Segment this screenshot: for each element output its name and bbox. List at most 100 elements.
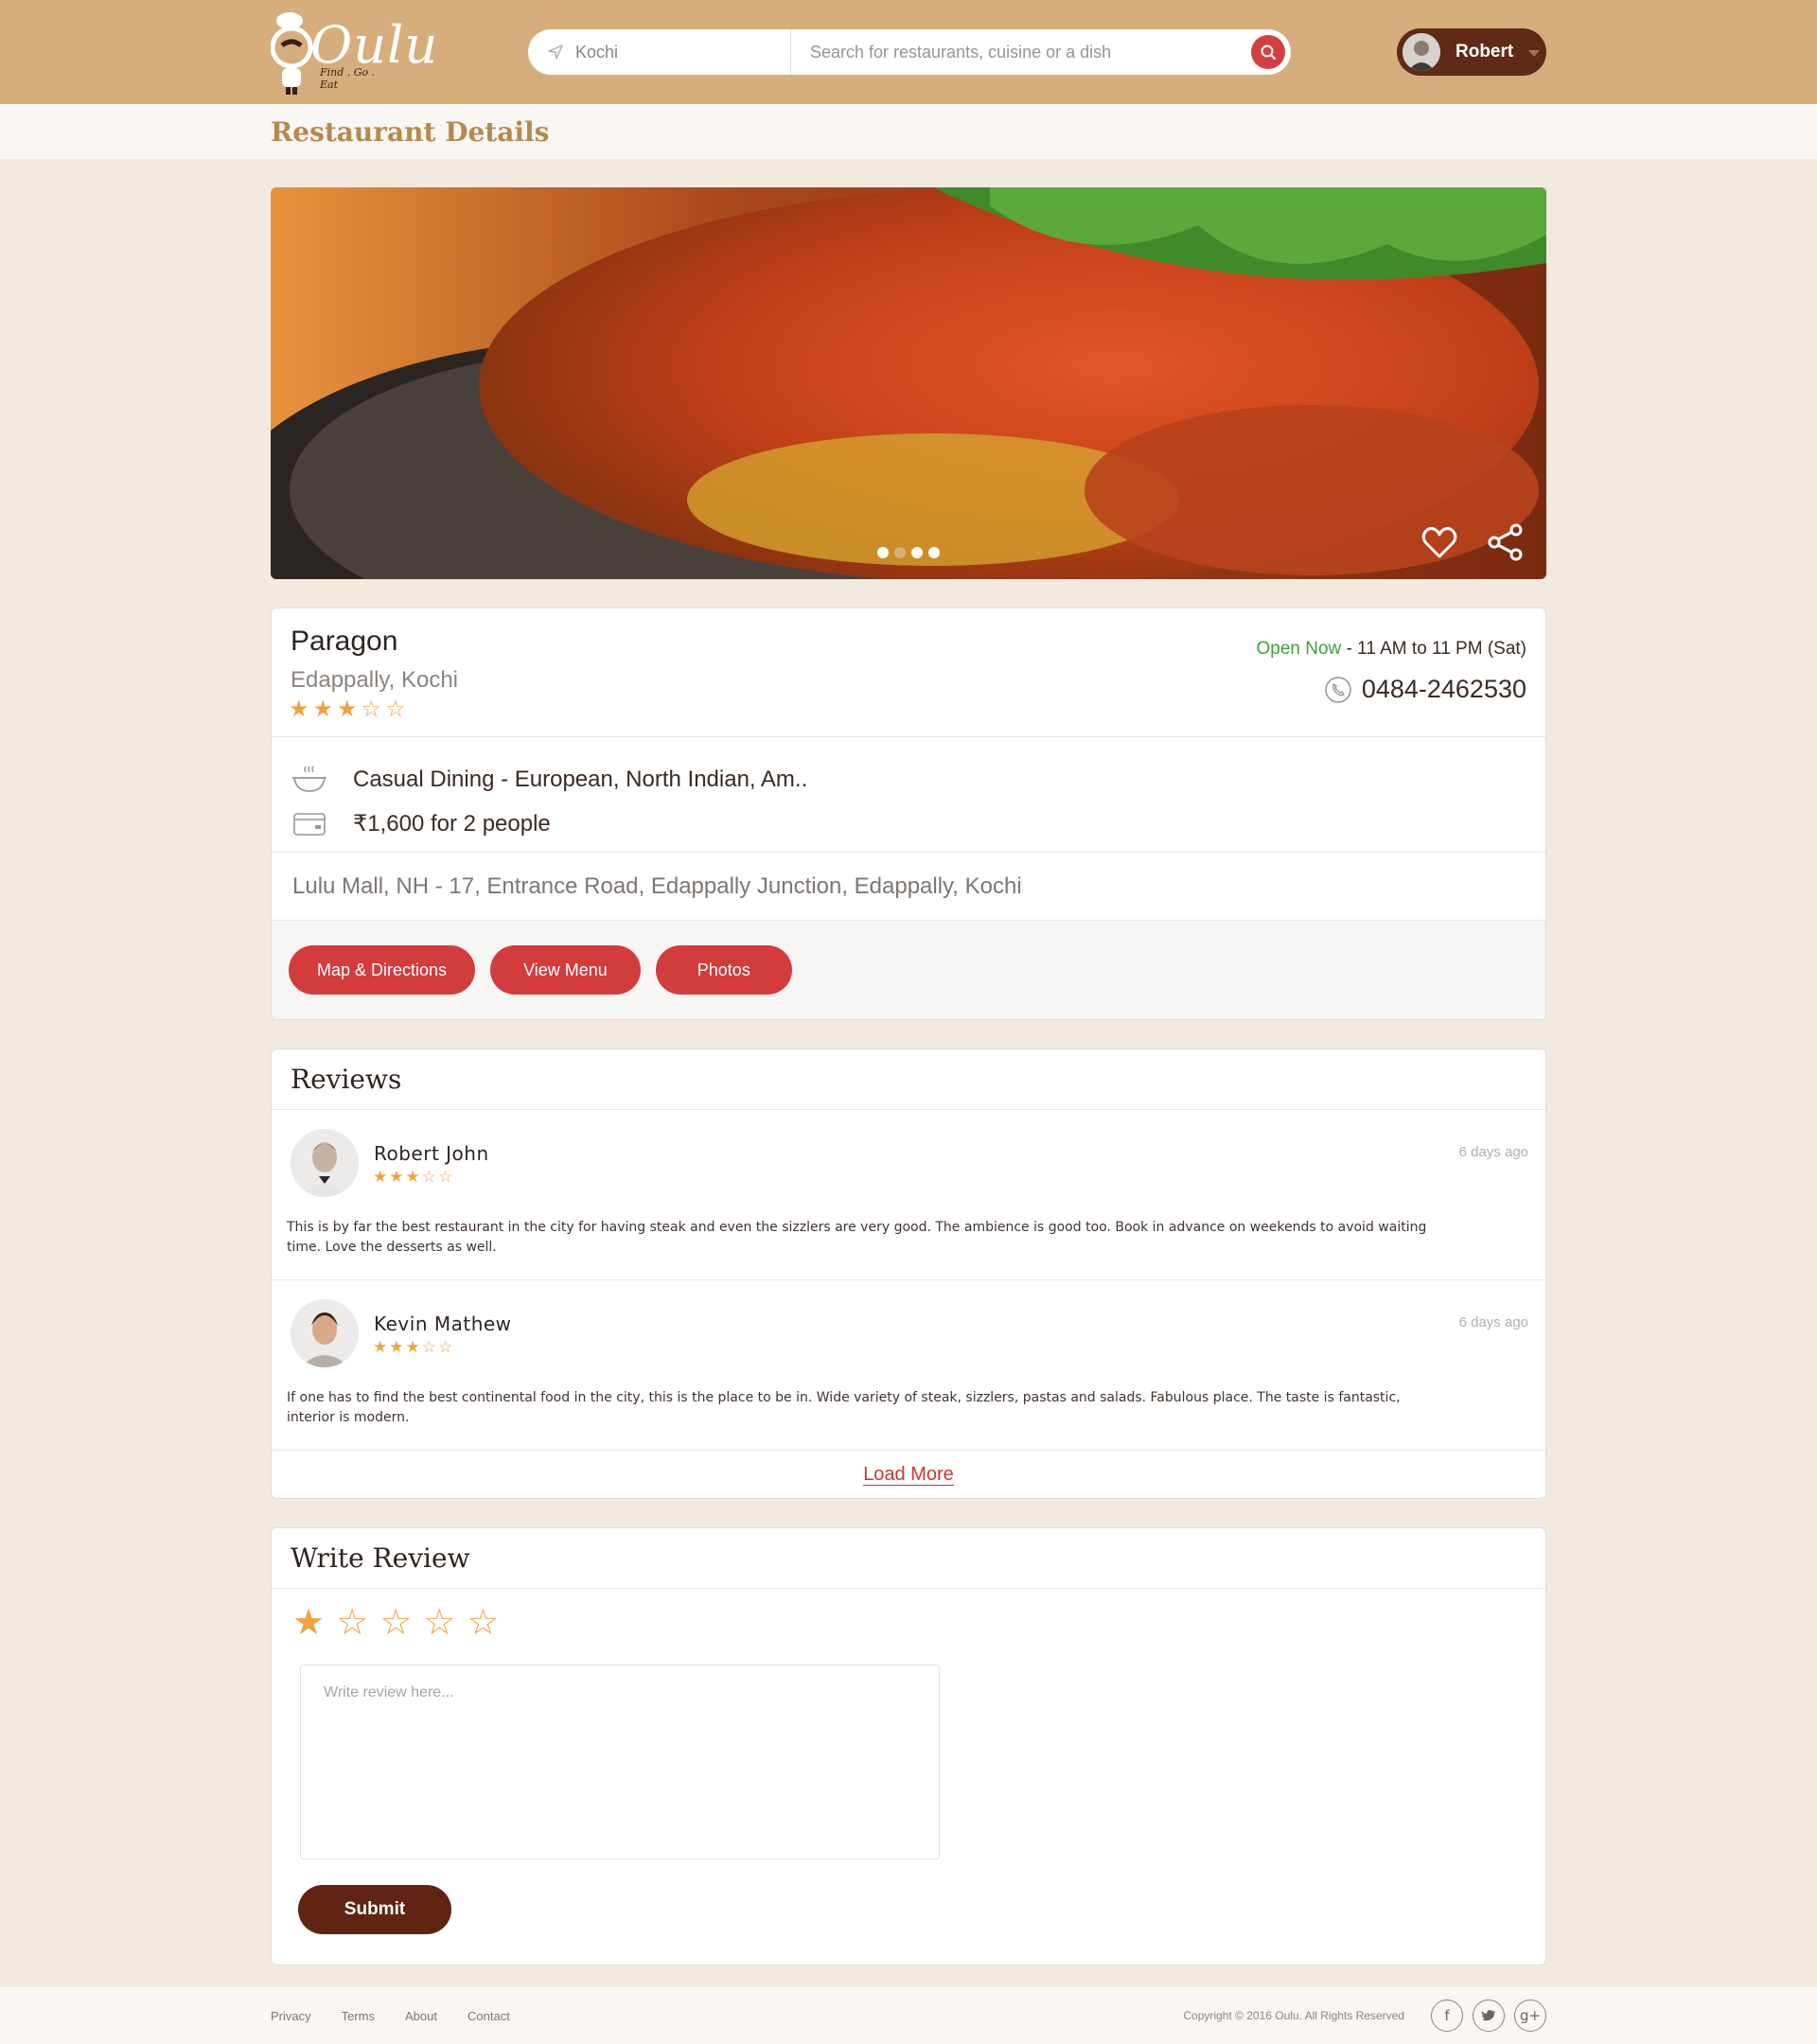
cuisine-text: Casual Dining - European, North Indian, … [353,766,808,792]
footer-link-terms[interactable]: Terms [342,2009,375,2023]
star-filled-icon: ★ [405,1338,420,1356]
load-more-link[interactable]: Load More [863,1464,954,1486]
star-filled-icon: ★ [373,1168,388,1186]
star-filled-icon: ★ [405,1168,420,1186]
submit-button[interactable]: Submit [298,1885,451,1934]
restaurant-address: Lulu Mall, NH - 17, Entrance Road, Edapp… [272,853,1545,921]
location-selector[interactable]: Kochi [528,29,791,75]
footer-link-about[interactable]: About [405,2009,437,2023]
footer: Privacy Terms About Contact Copyright © … [0,1987,1817,2044]
star-filled-icon: ★ [389,1168,404,1186]
top-header: Oulu Find . Go . Eat Kochi Search for re… [0,0,1817,104]
map-directions-button[interactable]: Map & Directions [289,945,476,995]
reviewer-avatar [291,1129,359,1197]
cost-text: ₹1,600 for 2 people [353,810,551,837]
star-empty-icon[interactable]: ☆ [467,1604,499,1657]
user-name: Robert [1455,42,1514,62]
search-input[interactable] [791,29,1251,75]
restaurant-name: Paragon [291,626,398,657]
cuisine-row: Casual Dining - European, North Indian, … [291,758,1526,802]
write-review-card: Write Review ★ ☆ ☆ ☆ ☆ Submit [271,1527,1546,1965]
star-filled-icon: ★ [373,1338,388,1356]
view-menu-button[interactable]: View Menu [490,945,641,995]
star-filled-icon: ★ [389,1338,404,1356]
star-empty-icon: ☆ [421,1338,436,1356]
search-bar: Kochi [528,29,1291,75]
carousel-dot-active[interactable] [894,547,906,558]
restaurant-rating: ★ ★ ★ ☆ ☆ [289,698,406,721]
info-header: Paragon Edappally, Kochi ★ ★ ★ ☆ ☆ Open … [272,608,1545,737]
opening-hours: Open Now - 11 AM to 11 PM (Sat) [1257,639,1526,660]
facebook-icon[interactable]: f [1431,2000,1463,2032]
reviews-card: Reviews Robert John ★ ★ ★ ☆ ☆ 6 days ago… [271,1048,1546,1499]
oulu-logo[interactable]: Oulu Find . Go . Eat [270,8,437,97]
card-icon [293,813,326,836]
phone-icon [1325,676,1351,703]
load-more-row: Load More [272,1451,1545,1498]
twitter-icon[interactable] [1473,2000,1505,2032]
user-menu[interactable]: Robert [1397,28,1546,76]
photos-button[interactable]: Photos [655,945,792,995]
reviewer-photo-icon [291,1129,359,1197]
star-filled-icon[interactable]: ★ [292,1604,325,1657]
carousel-dot[interactable] [877,547,889,558]
user-photo-icon [1402,33,1440,71]
search-icon [1261,44,1276,60]
review-text: This is by far the best restaurant in th… [287,1220,1427,1255]
star-filled-icon: ★ [312,696,334,722]
reviewer-name: Kevin Mathew [374,1313,512,1335]
footer-link-privacy[interactable]: Privacy [271,2009,311,2023]
restaurant-location: Edappally, Kochi [291,667,458,693]
carousel-dot[interactable] [928,547,940,558]
star-empty-icon: ☆ [385,696,406,722]
open-status: Open Now [1256,639,1342,659]
star-filled-icon: ★ [337,696,358,722]
write-review-title: Write Review [272,1528,1545,1589]
review-date: 6 days ago [1458,1144,1528,1160]
reviewer-avatar [291,1299,359,1367]
star-filled-icon: ★ [289,696,309,722]
rating-input: ★ ☆ ☆ ☆ ☆ [272,1589,1545,1657]
heart-icon[interactable] [1420,522,1459,562]
share-icon[interactable] [1486,522,1526,562]
action-buttons: Map & Directions View Menu Photos [272,921,1545,1019]
footer-link-contact[interactable]: Contact [467,2009,510,2023]
cost-row: ₹1,600 for 2 people [291,802,1526,845]
food-photo [271,187,1546,579]
star-empty-icon: ☆ [421,1168,436,1186]
user-avatar [1402,33,1440,71]
twitter-bird-icon [1481,2010,1495,2021]
logo-tagline: Find . Go . Eat [320,66,376,91]
review-textarea[interactable] [300,1665,940,1859]
hero-carousel[interactable] [271,187,1546,579]
star-empty-icon[interactable]: ☆ [423,1604,455,1657]
carousel-dots [877,547,940,558]
review-rating: ★ ★ ★ ☆ ☆ [373,1339,452,1355]
review-rating: ★ ★ ★ ☆ ☆ [373,1169,452,1185]
star-empty-icon: ☆ [361,696,382,722]
review-item: Robert John ★ ★ ★ ☆ ☆ 6 days ago This is… [272,1110,1545,1280]
footer-right: Copyright © 2016 Oulu. All Rights Reserv… [1183,2000,1546,2032]
carousel-dot[interactable] [911,547,923,558]
star-empty-icon[interactable]: ☆ [379,1604,412,1657]
search-button[interactable] [1251,35,1285,69]
star-empty-icon[interactable]: ☆ [336,1604,368,1657]
restaurant-info-card: Paragon Edappally, Kochi ★ ★ ★ ☆ ☆ Open … [271,608,1546,1020]
reviewer-name: Robert John [374,1142,489,1165]
review-date: 6 days ago [1458,1314,1528,1330]
google-plus-icon[interactable]: g+ [1514,2000,1546,2032]
title-bar: Restaurant Details [0,104,1817,159]
reviews-title: Reviews [272,1049,1545,1110]
star-empty-icon: ☆ [438,1338,453,1356]
review-text: If one has to find the best continental … [287,1390,1401,1425]
review-item: Kevin Mathew ★ ★ ★ ☆ ☆ 6 days ago If one… [272,1280,1545,1451]
caret-down-icon [1528,50,1541,57]
dining-bowl-icon [292,766,326,792]
location-value: Kochi [575,42,619,62]
phone-number[interactable]: 0484-2462530 [1324,675,1526,704]
copyright-text: Copyright © 2016 Oulu. All Rights Reserv… [1183,2009,1404,2022]
phone-text: 0484-2462530 [1361,675,1526,703]
info-details: Casual Dining - European, North Indian, … [272,737,1545,853]
reviewer-photo-icon [291,1299,359,1367]
page-title: Restaurant Details [271,115,550,148]
